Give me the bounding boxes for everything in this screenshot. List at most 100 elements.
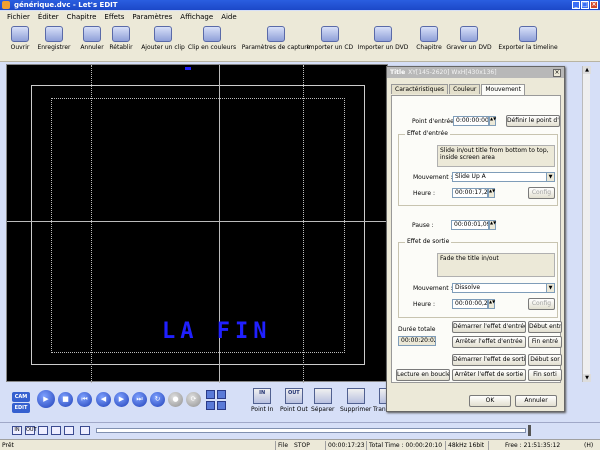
timeline-tool-icon-1[interactable]: [38, 426, 48, 435]
pause-field[interactable]: 00:00:01,09: [451, 220, 489, 230]
start-exit-effect-button[interactable]: Démarrer l'effet de sortie: [452, 354, 526, 366]
menu-fichier[interactable]: Fichier: [3, 13, 34, 21]
mouvement-out-select[interactable]: Dissolve ▼: [452, 283, 555, 293]
loop-playback-button[interactable]: Lecture en boucle: [396, 369, 450, 381]
menu-affichage[interactable]: Affichage: [176, 13, 217, 21]
point-entree-label: Point d'entrée :: [412, 118, 458, 125]
stop-entry-effect-button[interactable]: Arrêter l'effet d'entrée: [452, 336, 526, 348]
cam-mode-button[interactable]: CAM: [12, 392, 30, 402]
timeline-tool-icon-4[interactable]: [80, 426, 90, 435]
pause-label: Pause :: [412, 222, 434, 229]
heure-out-spinner[interactable]: ▲▼: [488, 299, 495, 309]
record-icon[interactable]: ●: [168, 392, 183, 407]
split-button[interactable]: Séparer: [311, 388, 334, 413]
config-in-button[interactable]: Config: [528, 187, 555, 199]
heure-in-label: Heure :: [413, 190, 435, 197]
scroll-up-icon[interactable]: ▲: [583, 66, 591, 74]
timeline-tool-icon-2[interactable]: [51, 426, 61, 435]
preview-scrollbar[interactable]: ▲ ▼: [582, 66, 591, 382]
status-state: STOP: [294, 442, 310, 449]
status-bar: Prêt File STOP 00:00:17:23 Total Time : …: [0, 439, 600, 450]
point-out-button[interactable]: OUT Point Out: [280, 388, 308, 413]
point-entree-spinner[interactable]: ▲▼: [489, 116, 496, 126]
fin-entree-button[interactable]: Fin entré: [528, 336, 562, 348]
point-in-button[interactable]: IN Point In: [251, 388, 273, 413]
burn-disc-icon: [460, 26, 478, 42]
loop-icon[interactable]: ↻: [150, 392, 165, 407]
edit-mode-button[interactable]: EDIT: [12, 403, 30, 413]
cancel-button[interactable]: Annuler: [515, 395, 557, 407]
menu-chapitre[interactable]: Chapitre: [63, 13, 101, 21]
go-start-icon[interactable]: ⏮: [77, 392, 92, 407]
minimize-button[interactable]: _: [572, 1, 580, 9]
dialog-tabs: Caractéristiques Couleur Mouvement: [391, 84, 526, 95]
app-icon: [2, 1, 10, 9]
tab-couleur[interactable]: Couleur: [449, 84, 481, 94]
close-window-button[interactable]: ×: [590, 1, 598, 9]
burn-dvd-button[interactable]: Graver un DVD: [443, 26, 495, 51]
point-entree-field[interactable]: 0:00:00:00: [453, 116, 489, 126]
mouvement-out-value: Dissolve: [455, 284, 481, 291]
scroll-down-icon[interactable]: ▼: [583, 374, 591, 382]
import-dvd-button[interactable]: Importer un DVD: [357, 26, 409, 51]
out-icon: OUT: [284, 388, 303, 404]
effet-sortie-description: Fade the title in/out: [437, 253, 555, 277]
tab-mouvement[interactable]: Mouvement: [481, 84, 525, 95]
status-separator: [275, 441, 276, 450]
dialog-titlebar: Title XY[145-2620] WxH[430x136]: [387, 67, 564, 78]
timeline-scrubber-thumb[interactable]: [528, 425, 531, 436]
color-clip-icon: [203, 26, 221, 42]
chapter-c-icon: [420, 26, 438, 42]
heure-in-spinner[interactable]: ▲▼: [488, 188, 495, 198]
stop-icon[interactable]: ■: [58, 392, 73, 407]
small-toggle-2[interactable]: [217, 390, 226, 399]
small-toggle-4[interactable]: [217, 401, 226, 410]
heure-in-field[interactable]: 00:00:17,23: [452, 188, 488, 198]
heure-out-field[interactable]: 00:00:00,20: [452, 299, 488, 309]
status-disk: (H): [584, 442, 594, 449]
timeline-tool-icon-3[interactable]: [64, 426, 74, 435]
next-frame-icon[interactable]: ▶: [114, 392, 129, 407]
stop-exit-effect-button[interactable]: Arrêter l'effet de sortie: [452, 369, 526, 381]
effet-entree-title: Effet d'entrée: [405, 130, 450, 137]
mouvement-out-label: Mouvement :: [413, 285, 453, 292]
video-preview[interactable]: LA FIN: [6, 64, 389, 383]
menu-aide[interactable]: Aide: [217, 13, 240, 21]
menu-effets[interactable]: Effets: [100, 13, 128, 21]
menu-editer[interactable]: Éditer: [34, 13, 63, 21]
color-clip-button[interactable]: Clip en couleurs: [186, 26, 238, 51]
timeline-scrubber[interactable]: [96, 428, 526, 433]
small-toggle-1[interactable]: [206, 390, 215, 399]
export-timeline-button[interactable]: Exporter la timeline: [498, 26, 558, 51]
mouvement-in-select[interactable]: Slide Up A ▼: [452, 172, 555, 182]
play-icon[interactable]: ▶: [37, 390, 55, 408]
config-out-button[interactable]: Config: [528, 298, 555, 310]
heure-out-label: Heure :: [413, 301, 435, 308]
status-separator: [488, 441, 489, 450]
maximize-button[interactable]: □: [581, 1, 589, 9]
delete-button[interactable]: Supprimer: [340, 388, 371, 413]
small-toggle-3[interactable]: [206, 401, 215, 410]
go-end-icon[interactable]: ⏭: [132, 392, 147, 407]
dialog-close-button[interactable]: ×: [553, 69, 561, 77]
cd-icon: [321, 26, 339, 42]
window-title: générique.dvc - Let's EDIT: [14, 1, 118, 9]
timeline-out-icon[interactable]: OUT: [25, 426, 37, 435]
define-point-button[interactable]: Définir le point d'e: [506, 115, 560, 127]
menu-parametres[interactable]: Paramètres: [128, 13, 176, 21]
guide-right-dotted: [303, 65, 304, 383]
tab-caracteristiques[interactable]: Caractéristiques: [391, 84, 449, 94]
debut-sortie-button[interactable]: Début sor: [528, 354, 562, 366]
jog-icon[interactable]: ⟳: [186, 392, 201, 407]
timeline-in-icon[interactable]: IN: [12, 426, 22, 435]
start-entry-effect-button[interactable]: Démarrer l'effet d'entrée: [452, 321, 526, 333]
pause-spinner[interactable]: ▲▼: [489, 220, 496, 230]
ok-button[interactable]: OK: [469, 395, 511, 407]
add-clip-button[interactable]: Ajouter un clip: [137, 26, 189, 51]
import-cd-button[interactable]: Importer un CD: [304, 26, 356, 51]
duree-totale-label: Durée totale: [398, 326, 436, 333]
capture-settings-button[interactable]: Paramètres de capture: [242, 26, 310, 51]
prev-frame-icon[interactable]: ◀: [96, 392, 111, 407]
debut-entree-button[interactable]: Début entré: [528, 321, 562, 333]
fin-sortie-button[interactable]: Fin sorti: [528, 369, 562, 381]
